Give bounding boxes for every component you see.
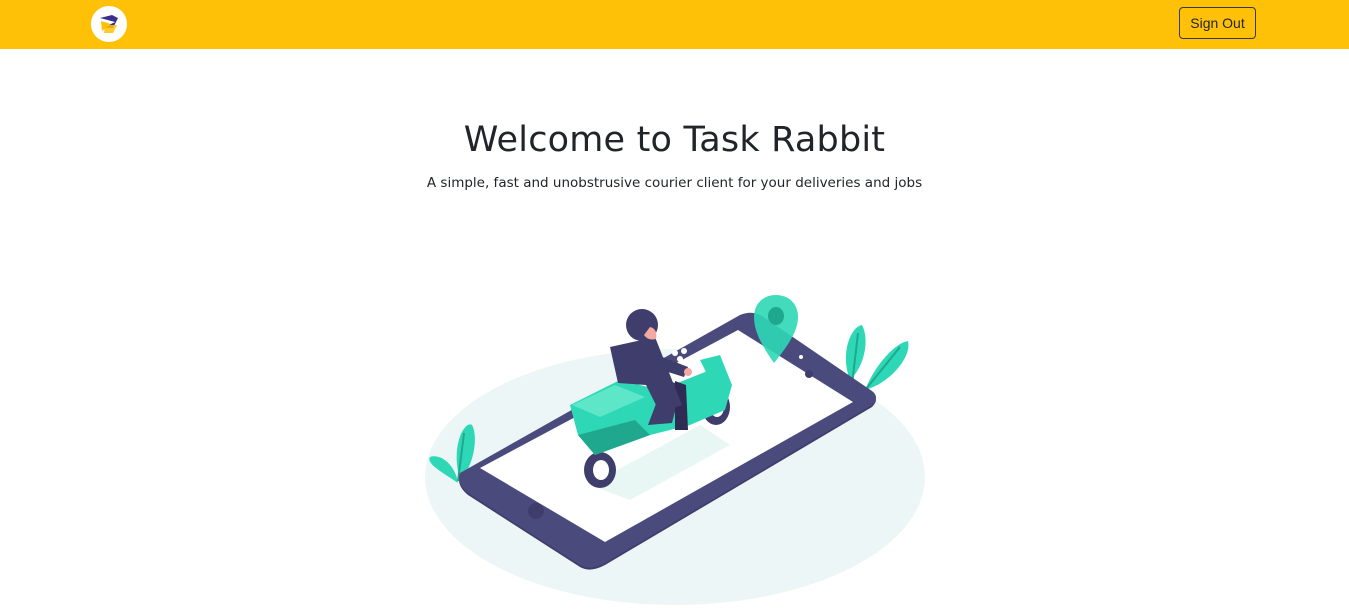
navbar: Sign Out (0, 0, 1349, 49)
rabbit-logo-icon[interactable] (91, 6, 127, 42)
page-subtitle: A simple, fast and unobstrusive courier … (426, 175, 923, 191)
page-title: Welcome to Task Rabbit (463, 120, 886, 160)
sign-out-button[interactable]: Sign Out (1179, 7, 1256, 39)
scooter-delivery-phone-illustration (420, 285, 930, 607)
